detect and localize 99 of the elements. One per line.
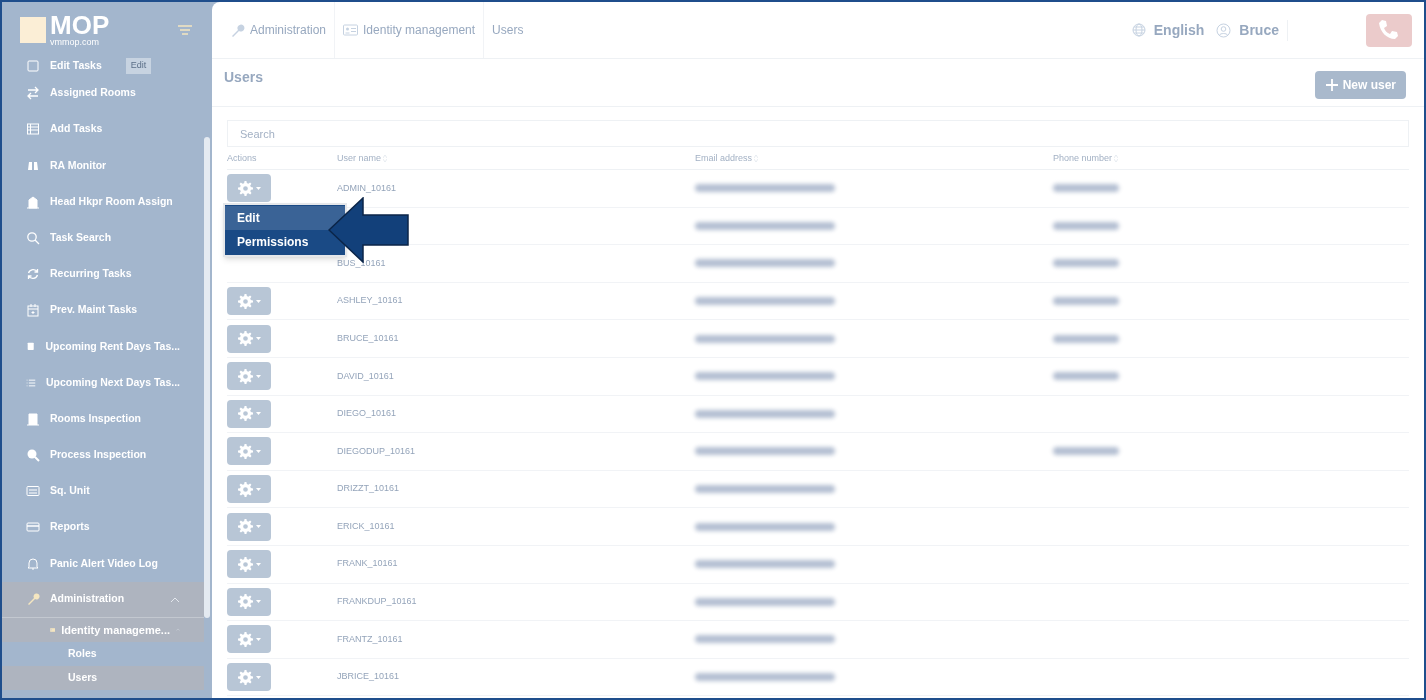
breadcrumb-link[interactable]: Administration bbox=[222, 2, 336, 58]
gear-icon bbox=[237, 331, 253, 347]
table-cell-text: FRANTZ_10161 bbox=[337, 632, 403, 646]
caret-down-icon bbox=[255, 525, 261, 529]
table-cell: ASHLEY_10161 bbox=[337, 294, 403, 308]
gear-dropdown-button[interactable] bbox=[227, 399, 271, 428]
gear-dropdown-button[interactable] bbox=[227, 174, 271, 203]
phone-button[interactable] bbox=[1366, 13, 1412, 47]
bell-icon bbox=[26, 556, 40, 571]
table-cell-text: BUS_10161 bbox=[337, 256, 386, 270]
sidebar-item[interactable]: Recurring Tasks bbox=[2, 255, 204, 293]
sidebar-item[interactable]: Sq. Unit bbox=[2, 473, 204, 510]
caret-down-icon bbox=[255, 562, 261, 566]
gear-icon bbox=[237, 631, 253, 647]
gear-dropdown-button[interactable] bbox=[227, 550, 271, 579]
caret-down-icon bbox=[255, 675, 261, 679]
gear-icon bbox=[237, 180, 253, 196]
sidebar-subitem[interactable]: Users bbox=[2, 665, 204, 690]
logo-title: MOP bbox=[50, 12, 110, 38]
caret-down-icon bbox=[255, 449, 261, 453]
door-icon bbox=[26, 411, 40, 426]
sidebar-item[interactable]: Prev. Maint Tasks bbox=[2, 292, 204, 329]
gear-icon bbox=[237, 556, 253, 572]
caret-down-icon bbox=[255, 600, 261, 604]
sidebar-subitem[interactable]: Identity manageme... bbox=[2, 617, 204, 642]
credit-card-icon bbox=[26, 520, 40, 535]
user-avatar-icon bbox=[1216, 22, 1232, 38]
column-header[interactable]: Phone number bbox=[1053, 151, 1113, 166]
column-header[interactable]: User name bbox=[337, 151, 381, 166]
sidebar-item[interactable]: Add Tasks bbox=[2, 111, 204, 148]
table-cell: DIEGO_10161 bbox=[337, 407, 397, 421]
column-header: Actions bbox=[227, 151, 258, 165]
caret-down-icon bbox=[255, 186, 261, 190]
table-cell-text: ERICK_10161 bbox=[337, 519, 395, 533]
table-cell: DAVID_10161 bbox=[337, 369, 394, 383]
sidebar-item[interactable]: Edit Tasks Edit bbox=[2, 57, 204, 75]
edit-badge: Edit bbox=[125, 58, 152, 74]
sidebar-item[interactable]: Panic Alert Video Log bbox=[2, 545, 204, 582]
new-user-button[interactable]: New user bbox=[1314, 71, 1406, 99]
phone-icon bbox=[1377, 18, 1401, 42]
gear-dropdown-button[interactable] bbox=[227, 362, 271, 391]
caret-down-icon bbox=[255, 299, 261, 303]
table-cell: FRANKDUP_10161 bbox=[337, 595, 417, 609]
gear-dropdown-button[interactable] bbox=[227, 587, 271, 616]
refresh-icon bbox=[26, 267, 40, 282]
sidebar-item[interactable]: RA Monitor bbox=[2, 147, 204, 184]
search-icon bbox=[26, 230, 40, 245]
user-menu[interactable]: Bruce bbox=[1239, 19, 1288, 41]
table-cell: DRIZZT_10161 bbox=[337, 482, 400, 496]
caret-down-icon bbox=[255, 487, 261, 491]
gear-dropdown-button[interactable] bbox=[227, 663, 271, 691]
gear-dropdown-button[interactable] bbox=[227, 287, 271, 316]
gear-icon bbox=[237, 519, 253, 535]
caret-down-icon bbox=[255, 374, 261, 378]
gear-icon bbox=[237, 481, 253, 497]
sidebar-item[interactable]: Upcoming Rent Days Tas... bbox=[2, 328, 204, 365]
list-icon bbox=[26, 122, 40, 137]
sidebar-item[interactable]: Head Hkpr Room Assign bbox=[2, 183, 204, 220]
language-selector[interactable]: English bbox=[1153, 19, 1205, 41]
gear-icon bbox=[237, 443, 253, 459]
menu-item[interactable]: Edit bbox=[225, 206, 345, 230]
search-field[interactable]: Search bbox=[227, 120, 1409, 147]
breadcrumb-link[interactable]: Users bbox=[484, 2, 532, 58]
caret-down-icon bbox=[255, 637, 261, 641]
gear-dropdown-button[interactable] bbox=[227, 512, 271, 541]
sidebar-item[interactable]: Rooms Inspection bbox=[2, 400, 204, 437]
swap-arrows-icon bbox=[26, 86, 40, 101]
gear-dropdown-button[interactable] bbox=[227, 437, 271, 466]
menu-icon[interactable] bbox=[178, 24, 192, 35]
gear-icon bbox=[237, 293, 253, 309]
table-cell-text: DIEGODUP_10161 bbox=[337, 444, 416, 458]
page-title: Users bbox=[224, 68, 263, 87]
gear-icon bbox=[237, 594, 253, 610]
plus-icon bbox=[1324, 78, 1339, 92]
globe-icon bbox=[1131, 23, 1146, 37]
zoom-in-icon bbox=[26, 447, 40, 462]
gear-icon bbox=[237, 669, 253, 685]
table-cell: JBRICE_10161 bbox=[337, 670, 400, 684]
table-cell-text: BRUCE_10161 bbox=[337, 331, 399, 345]
sidebar-item[interactable]: Process Inspection bbox=[2, 436, 204, 474]
gear-dropdown-button[interactable] bbox=[227, 324, 271, 353]
breadcrumb-link[interactable]: Identity management bbox=[335, 2, 485, 58]
logo-mark-icon bbox=[20, 16, 46, 43]
table-cell: FRANK_10161 bbox=[337, 557, 398, 571]
sidebar-item[interactable]: Reports bbox=[2, 509, 204, 546]
gear-dropdown-button[interactable] bbox=[227, 625, 271, 654]
sidebar-item[interactable]: Assigned Rooms bbox=[2, 75, 204, 112]
caret-down-icon bbox=[255, 337, 261, 341]
gear-dropdown-button[interactable] bbox=[227, 475, 271, 504]
sidebar-item[interactable]: Upcoming Next Days Tas... bbox=[2, 364, 204, 401]
gear-icon bbox=[237, 368, 253, 384]
column-header[interactable]: Email address bbox=[695, 151, 753, 166]
sidebar-item[interactable]: Task Search bbox=[2, 219, 204, 256]
menu-item[interactable]: Permissions bbox=[225, 230, 345, 254]
caret-down-icon bbox=[255, 412, 261, 416]
gear-icon bbox=[237, 406, 253, 422]
calendar-icon bbox=[26, 303, 40, 318]
logo-subtitle: vmmop.com bbox=[50, 38, 100, 47]
table-cell-text: ADMIN_10161 bbox=[337, 181, 397, 195]
